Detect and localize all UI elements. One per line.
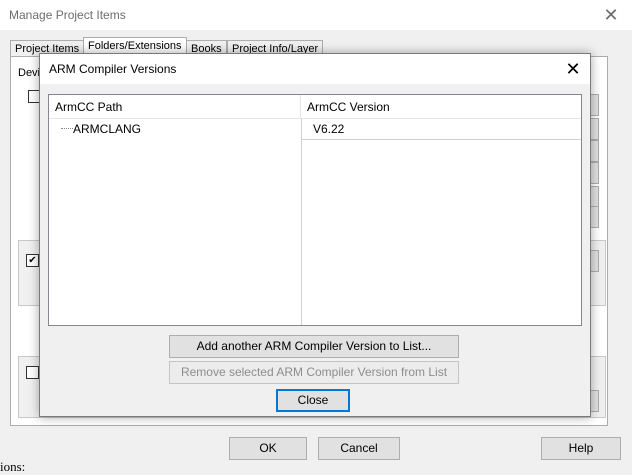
close-icon[interactable]: ✕ — [562, 58, 584, 80]
column-divider — [301, 119, 302, 325]
help-button[interactable]: Help — [541, 437, 621, 460]
tree-connector — [61, 128, 73, 130]
option-checkbox-2[interactable]: ✔ — [26, 254, 39, 267]
cancel-button[interactable]: Cancel — [318, 437, 400, 460]
option-checkbox-3[interactable] — [26, 366, 39, 379]
window-titlebar: Manage Project Items ✕ — [0, 0, 632, 30]
remove-compiler-version-button[interactable]: Remove selected ARM Compiler Version fro… — [169, 361, 459, 384]
row-separator — [301, 139, 581, 140]
list-item-path[interactable]: ARMCLANG — [73, 122, 141, 136]
dialog-titlebar: ARM Compiler Versions ✕ — [40, 54, 590, 84]
device-label: Devi — [18, 67, 41, 79]
column-header-path[interactable]: ArmCC Path — [49, 95, 301, 119]
column-header-version[interactable]: ArmCC Version — [301, 95, 581, 119]
close-icon[interactable]: ✕ — [600, 4, 622, 26]
window-title: Manage Project Items — [9, 8, 126, 22]
behind-window-text: ions: — [0, 459, 26, 474]
dialog-title: ARM Compiler Versions — [49, 62, 177, 76]
arm-compiler-versions-dialog: ARM Compiler Versions ✕ ArmCC Path ArmCC… — [39, 53, 591, 417]
list-item-version[interactable]: V6.22 — [313, 122, 344, 136]
close-button[interactable]: Close — [276, 389, 350, 412]
add-compiler-version-button[interactable]: Add another ARM Compiler Version to List… — [169, 335, 459, 358]
compiler-list[interactable]: ArmCC Path ArmCC Version ARMCLANG V6.22 — [48, 94, 582, 326]
ok-button[interactable]: OK — [229, 437, 307, 460]
